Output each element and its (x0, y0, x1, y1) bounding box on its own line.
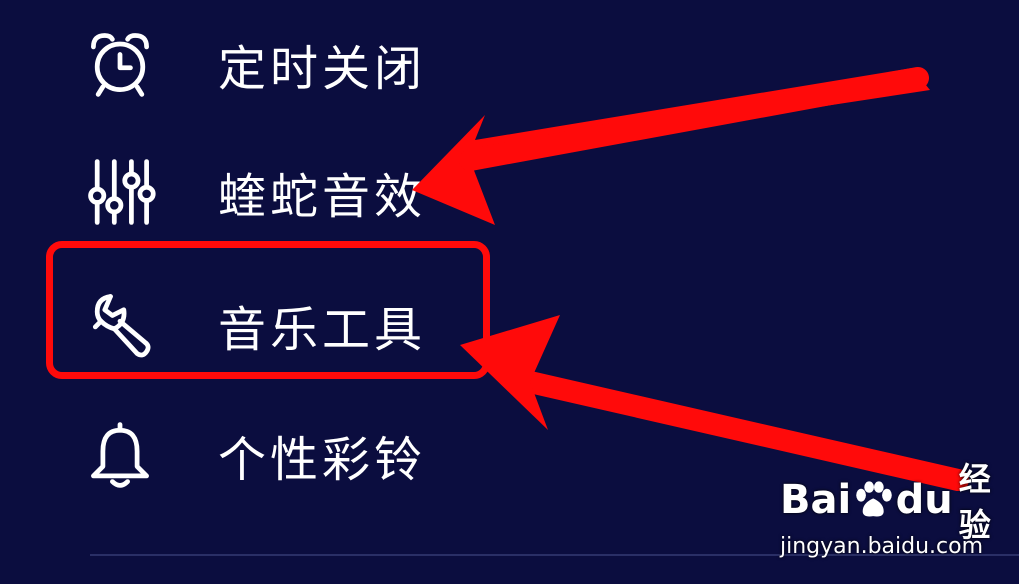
menu-item-label: 蝰蛇音效 (218, 169, 427, 225)
menu-item-ringtone[interactable]: 个性彩铃 (80, 405, 520, 505)
logo-text-cn: 经验 (958, 460, 992, 544)
logo-text-suffix: du (895, 477, 953, 523)
baidu-logo: Bai du 经验 (780, 460, 1012, 544)
equalizer-icon (80, 152, 160, 232)
menu-item-timer-off[interactable]: 定时关闭 (80, 14, 520, 114)
watermark-url: jingyan.baidu.com (780, 534, 984, 559)
baidu-watermark: Bai du 经验 jingyan.baidu.com (780, 460, 1012, 570)
logo-text-prefix: Bai (780, 477, 852, 523)
paw-icon (856, 481, 892, 517)
menu-item-label: 定时关闭 (218, 41, 427, 97)
alarm-clock-icon (80, 24, 160, 104)
menu-item-viper-sound[interactable]: 蝰蛇音效 (80, 142, 520, 242)
highlight-box (46, 241, 490, 379)
bell-icon (80, 415, 160, 495)
menu-item-label: 个性彩铃 (218, 432, 427, 488)
